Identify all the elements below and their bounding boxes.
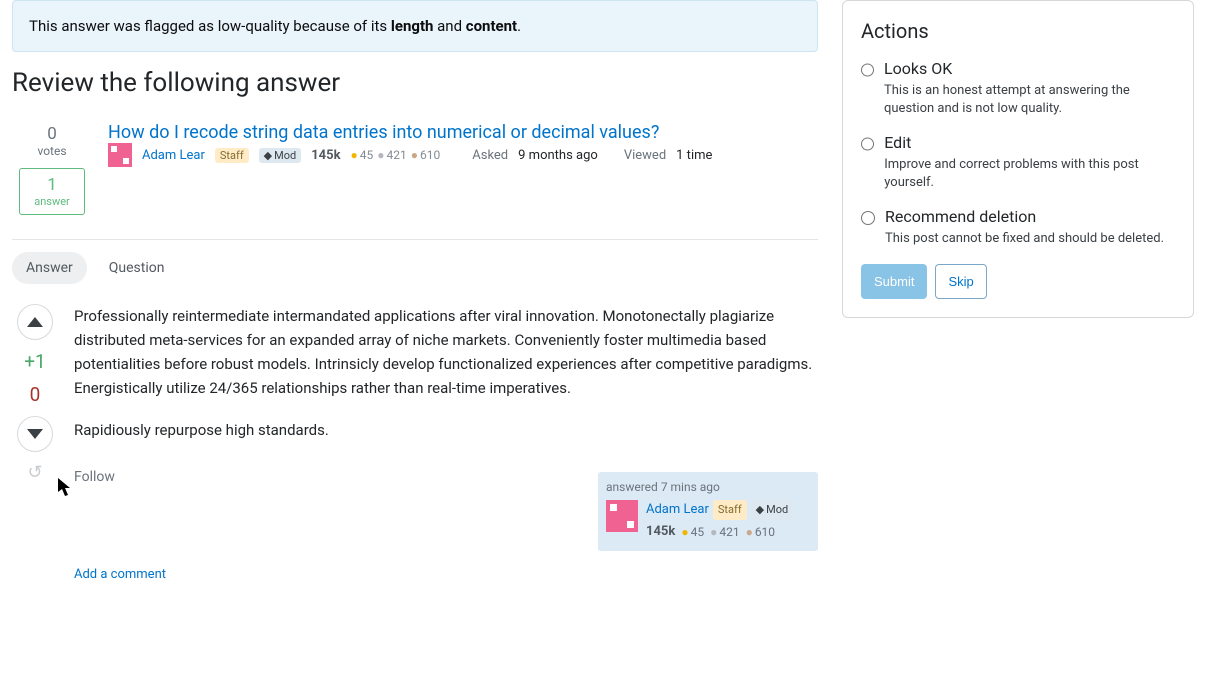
- flag-bold-length: length: [391, 17, 434, 35]
- answer-paragraph-2: Rapidiously repurpose high standards.: [74, 418, 818, 442]
- action-looks-ok[interactable]: Looks OK This is an honest attempt at an…: [861, 59, 1175, 117]
- radio-recommend-deletion[interactable]: [861, 211, 875, 225]
- mod-badge-label: Mod: [274, 149, 296, 162]
- downvote-button[interactable]: [17, 416, 53, 452]
- vote-score: 0: [30, 383, 41, 406]
- answer-paragraph-1: Professionally reintermediate intermanda…: [74, 304, 818, 400]
- asked-label: Asked: [472, 148, 508, 163]
- answer-question-tabs: Answer Question: [12, 252, 818, 284]
- vote-column: +1 0 ↺: [12, 304, 58, 586]
- question-answer-count-box: 1 answer: [19, 168, 85, 215]
- tab-answer[interactable]: Answer: [12, 252, 87, 284]
- answer-author-rep: 145k: [646, 522, 675, 543]
- tab-question[interactable]: Question: [95, 252, 179, 284]
- mod-badge-label: Mod: [766, 501, 788, 519]
- follow-link[interactable]: Follow: [74, 466, 115, 488]
- silver-badge-count: 421: [377, 148, 406, 162]
- action-title: Recommend deletion: [885, 207, 1164, 226]
- flag-bold-content: content: [466, 17, 517, 35]
- question-answers-label: answer: [34, 195, 70, 208]
- action-desc: This post cannot be fixed and should be …: [885, 230, 1164, 248]
- triangle-down-icon: [27, 429, 43, 439]
- silver-badge-count: 421: [710, 523, 739, 542]
- question-votes-label: votes: [37, 144, 66, 158]
- action-edit[interactable]: Edit Improve and correct problems with t…: [861, 133, 1175, 191]
- answer-body: Professionally reintermediate intermanda…: [74, 304, 818, 586]
- vote-delta: +1: [24, 350, 45, 373]
- action-recommend-deletion[interactable]: Recommend deletion This post cannot be f…: [861, 207, 1175, 248]
- review-heading: Review the following answer: [12, 68, 818, 98]
- add-comment-link[interactable]: Add a comment: [74, 567, 166, 582]
- viewed-label: Viewed: [624, 148, 666, 163]
- radio-looks-ok[interactable]: [861, 63, 874, 77]
- answer-owner-card: answered 7 mins ago Adam Lear Staff ◆Mod: [598, 472, 818, 551]
- gold-badge-count: 45: [681, 523, 704, 542]
- bronze-badge-count: 610: [746, 523, 775, 542]
- avatar-icon: [108, 143, 132, 167]
- answer-row: +1 0 ↺ Professionally reintermediate int…: [12, 304, 818, 586]
- flag-text-prefix: This answer was flagged as low-quality b…: [29, 17, 391, 35]
- question-summary: 0 votes 1 answer How do I recode string …: [12, 122, 818, 240]
- question-title-link[interactable]: How do I recode string data entries into…: [108, 122, 659, 143]
- action-title: Looks OK: [884, 59, 1175, 78]
- flag-notice: This answer was flagged as low-quality b…: [12, 0, 818, 52]
- actions-heading: Actions: [861, 19, 1175, 43]
- action-desc: This is an honest attempt at answering t…: [884, 82, 1175, 117]
- mod-badge: ◆Mod: [259, 148, 302, 163]
- triangle-up-icon: [27, 317, 43, 327]
- question-vote-count: 0 votes: [37, 124, 66, 158]
- radio-edit[interactable]: [861, 137, 874, 151]
- answered-value: 7 mins ago: [661, 480, 720, 494]
- gold-badge-count: 45: [351, 148, 374, 162]
- submit-button[interactable]: Submit: [861, 264, 927, 299]
- avatar-icon: [606, 500, 638, 532]
- flag-text-suffix: .: [517, 17, 521, 35]
- actions-panel: Actions Looks OK This is an honest attem…: [842, 0, 1194, 318]
- question-author-link[interactable]: Adam Lear: [142, 148, 205, 163]
- staff-badge: Staff: [713, 500, 747, 520]
- history-icon[interactable]: ↺: [27, 462, 42, 483]
- bronze-badge-count: 610: [411, 148, 440, 162]
- upvote-button[interactable]: [17, 304, 53, 340]
- action-desc: Improve and correct problems with this p…: [884, 156, 1175, 191]
- staff-badge: Staff: [215, 148, 249, 163]
- answer-author-link[interactable]: Adam Lear: [646, 500, 709, 521]
- asked-value: 9 months ago: [518, 148, 598, 163]
- viewed-value: 1 time: [676, 148, 712, 163]
- skip-button[interactable]: Skip: [935, 264, 986, 299]
- flag-text-mid: and: [433, 17, 465, 35]
- mod-badge: ◆Mod: [751, 500, 794, 520]
- answered-label: answered: [606, 480, 658, 494]
- question-author-rep: 145k: [311, 148, 340, 163]
- question-answers-num: 1: [34, 175, 70, 195]
- action-title: Edit: [884, 133, 1175, 152]
- question-author-badges: 45 421 610: [351, 148, 441, 162]
- question-stats: 0 votes 1 answer: [12, 122, 92, 215]
- question-votes-num: 0: [37, 124, 66, 144]
